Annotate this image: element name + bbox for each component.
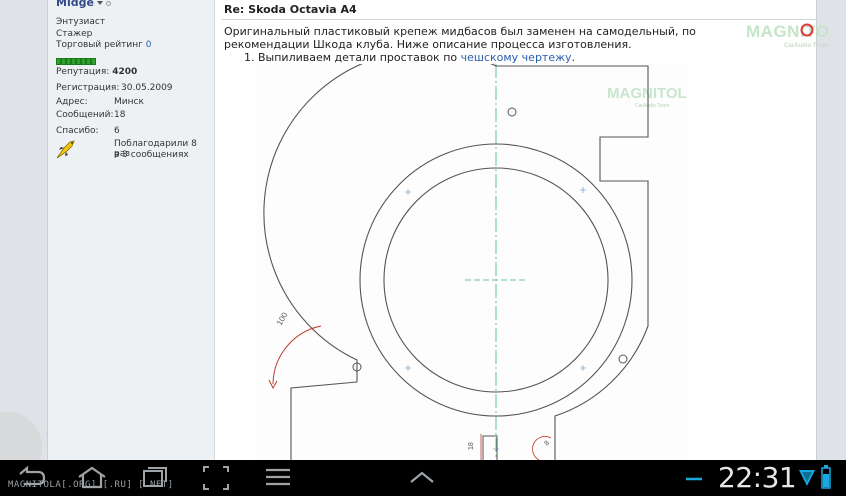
post-divider	[222, 19, 818, 20]
status-clock: 22:31	[718, 461, 797, 494]
watermark-sub-text: CarAudio Team	[784, 43, 828, 49]
footer-watermark-url: MAGNITOLA[.ORG] [.RU] [.NET]	[8, 480, 174, 490]
minus-icon	[686, 477, 702, 481]
user-menu-caret-icon[interactable]	[96, 1, 103, 5]
address-value: Минск	[114, 97, 144, 107]
watermark-logo-text: MAGNITOLA	[746, 22, 830, 41]
thanks-bird-icon	[56, 140, 75, 159]
messages-value: 18	[114, 110, 126, 120]
mount-hole	[618, 354, 628, 364]
trade-rating-link[interactable]: 0	[146, 40, 152, 50]
messages-label: Сообщений:	[56, 110, 114, 120]
height-dimension-label: 18	[468, 442, 475, 450]
thanks-label: Спасибо:	[56, 126, 99, 136]
rep-pip	[91, 58, 96, 65]
thanks-value: 6	[114, 126, 120, 136]
magnitola-watermark: MAGNITOLA CarAudio Team	[746, 22, 830, 49]
system-navigation-bar: MAGNITOLA[.ORG] [.RU] [.NET] 22:31	[0, 460, 846, 496]
bottom-notch	[482, 435, 498, 460]
reputation-label: Репутация:	[56, 67, 110, 77]
reputation-value: 4200	[112, 67, 138, 77]
post-title: Re: Skoda Octavia A4	[224, 3, 357, 16]
registration-label: Регистрация:	[56, 83, 120, 93]
post-body: Оригинальный пластиковый крепеж мидбасов…	[224, 25, 696, 51]
forum-post: Midge Энтузиаст Стажер Торговый рейтинг …	[47, 0, 830, 460]
radius-dimension-label: 100	[275, 310, 290, 327]
bracket-drawing: MAGNITOLA CarAudio Team 100	[255, 64, 687, 460]
chevron-up-icon[interactable]	[404, 460, 440, 496]
drawing-watermark-sub: CarAudio Team	[635, 103, 669, 109]
blueprint-link[interactable]: чешскому чертежу	[461, 51, 572, 64]
step-item: 1. Выпиливаем детали проставок по чешско…	[244, 51, 575, 64]
step-end: .	[571, 51, 576, 64]
mount-hole	[507, 107, 517, 117]
user-rank: Энтузиаст	[56, 17, 106, 27]
registration-value: 30.05.2009	[121, 83, 173, 93]
screenshot-icon[interactable]	[198, 460, 234, 496]
right-gutter	[817, 0, 846, 460]
user-status: Стажер	[56, 29, 93, 39]
wifi-signal-icon	[799, 470, 815, 486]
address-label: Адрес:	[56, 97, 88, 107]
drawing-watermark-text: MAGNITOLA	[607, 85, 687, 102]
left-gutter	[0, 0, 47, 460]
user-info-panel: Midge Энтузиаст Стажер Торговый рейтинг …	[48, 0, 215, 460]
thanked-line-2: в 3 сообщениях	[114, 150, 189, 160]
offline-status-icon	[105, 0, 111, 6]
trade-rating: Торговый рейтинг 0	[56, 40, 152, 50]
trade-rating-label: Торговый рейтинг	[56, 40, 143, 50]
small-radius-arc	[532, 436, 552, 460]
step-text: Выпиливаем детали проставок по	[258, 51, 458, 64]
battery-icon	[821, 465, 831, 489]
username[interactable]: Midge	[56, 0, 94, 9]
hole-markers	[405, 187, 586, 452]
recent-apps-icon[interactable]	[138, 460, 174, 496]
menu-icon[interactable]	[260, 460, 296, 496]
step-number: 1.	[244, 51, 255, 64]
reputation-row: Репутация: 4200	[56, 67, 137, 77]
back-icon[interactable]	[14, 460, 50, 496]
small-dimension-label: 8	[543, 440, 551, 448]
outer-contour	[263, 64, 649, 460]
home-icon[interactable]	[74, 460, 110, 496]
username-row[interactable]: Midge	[56, 0, 111, 9]
radius-dimension-arc	[272, 325, 322, 385]
reputation-bar	[56, 58, 96, 65]
browser-screen: Midge Энтузиаст Стажер Торговый рейтинг …	[0, 0, 846, 460]
